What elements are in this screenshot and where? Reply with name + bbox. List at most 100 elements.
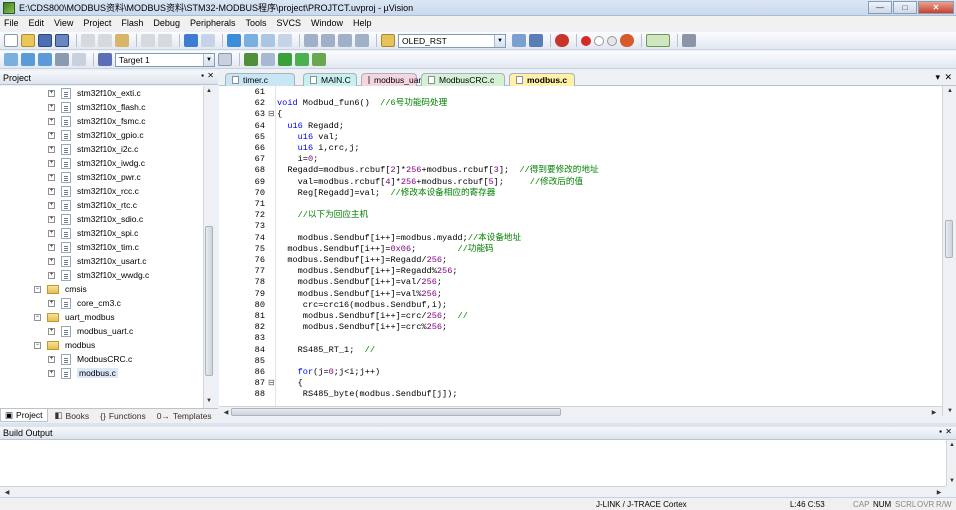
scroll-down-icon[interactable]: ▼ xyxy=(947,476,956,486)
breakpoint-icon[interactable] xyxy=(581,35,591,46)
menu-item-view[interactable]: View xyxy=(54,18,73,28)
prev-bookmark-icon[interactable] xyxy=(244,34,258,47)
expand-icon[interactable]: + xyxy=(48,299,55,307)
tree-file[interactable]: + core_cm3.c xyxy=(48,296,121,310)
minimize-button[interactable]: — xyxy=(868,1,892,14)
tree-file[interactable]: + ModbusCRC.c xyxy=(48,352,132,366)
tree-file[interactable]: + stm32f10x_flash.c xyxy=(48,100,146,114)
expand-icon[interactable]: + xyxy=(48,327,55,335)
tree-file[interactable]: + stm32f10x_i2c.c xyxy=(48,142,138,156)
code-line[interactable]: 85 xyxy=(219,356,942,367)
code-line[interactable]: 79 modbus.Sendbuf[i++]=val%256; xyxy=(219,289,942,300)
menu-item-help[interactable]: Help xyxy=(353,18,372,28)
code-line[interactable]: 78 modbus.Sendbuf[i++]=val/256; xyxy=(219,277,942,288)
expand-icon[interactable]: + xyxy=(48,159,55,167)
target-options-icon[interactable] xyxy=(218,53,232,66)
scroll-up-icon[interactable]: ▲ xyxy=(945,86,955,96)
code-line[interactable]: 69 val=modbus.rcbuf[4]*256+modbus.rcbuf[… xyxy=(219,177,942,188)
editor-tab-modbus-uart-c[interactable]: modbus_uart.c xyxy=(361,73,430,86)
project-tree-scrollbar[interactable]: ▲ ▼ xyxy=(203,86,214,408)
tree-file[interactable]: + stm32f10x_rcc.c xyxy=(48,184,139,198)
collapse-icon[interactable]: − xyxy=(34,341,41,349)
scroll-right-icon[interactable]: ▶ xyxy=(929,407,939,417)
tab-list-chevron-icon[interactable]: ▾ xyxy=(935,72,940,83)
bookmark-icon[interactable] xyxy=(227,34,241,47)
chevron-down-icon[interactable]: ▼ xyxy=(203,53,214,66)
paste-icon[interactable] xyxy=(115,34,129,47)
code-line[interactable]: 77 modbus.Sendbuf[i++]=Regadd%256; xyxy=(219,266,942,277)
editor-vertical-scroll-thumb[interactable] xyxy=(945,220,953,258)
code-line[interactable]: 76 modbus.Sendbuf[i++]=Regadd/256; xyxy=(219,255,942,266)
code-line[interactable]: 62 void Modbud_fun6() //6号功能码处理 xyxy=(219,98,942,109)
tree-file[interactable]: + stm32f10x_wwdg.c xyxy=(48,268,149,282)
stop-build-icon[interactable] xyxy=(72,53,86,66)
disable-all-breakpoints-icon[interactable] xyxy=(607,35,617,46)
scroll-right-icon[interactable]: ▶ xyxy=(934,487,944,497)
menu-item-tools[interactable]: Tools xyxy=(245,18,266,28)
editor-horizontal-scroll-thumb[interactable] xyxy=(231,408,561,416)
project-tree-scroll-thumb[interactable] xyxy=(205,226,213,376)
menu-item-flash[interactable]: Flash xyxy=(121,18,143,28)
expand-icon[interactable]: + xyxy=(48,89,55,97)
maximize-button[interactable]: □ xyxy=(893,1,917,14)
incremental-find-icon[interactable] xyxy=(529,34,543,47)
file-extensions-icon[interactable] xyxy=(244,53,258,66)
cut-icon[interactable] xyxy=(81,34,95,47)
expand-icon[interactable]: + xyxy=(48,257,55,265)
tree-file[interactable]: + stm32f10x_spi.c xyxy=(48,226,138,240)
expand-icon[interactable]: + xyxy=(48,131,55,139)
expand-icon[interactable]: + xyxy=(48,271,55,279)
tree-file[interactable]: + modbus.c xyxy=(48,366,118,380)
navigate-back-icon[interactable] xyxy=(184,34,198,47)
tab-functions[interactable]: {} Functions xyxy=(96,409,150,422)
code-line[interactable]: 66 u16 i,crc,j; xyxy=(219,143,942,154)
close-window-button[interactable]: ✕ xyxy=(918,1,954,14)
expand-icon[interactable]: + xyxy=(48,117,55,125)
open-folder-icon[interactable] xyxy=(21,34,35,47)
pack-installer-icon[interactable] xyxy=(295,53,309,66)
copy-icon[interactable] xyxy=(98,34,112,47)
code-line[interactable]: 80 crc=crc16(modbus.Sendbuf,i); xyxy=(219,300,942,311)
manage-components-icon[interactable] xyxy=(261,53,275,66)
build-icon[interactable] xyxy=(21,53,35,66)
menu-item-project[interactable]: Project xyxy=(83,18,111,28)
fold-toggle-icon[interactable]: ⊟ xyxy=(268,378,275,389)
configuration-wrench-icon[interactable] xyxy=(682,34,696,47)
code-line[interactable]: 64 u16 Regadd; xyxy=(219,121,942,132)
scroll-down-icon[interactable]: ▼ xyxy=(204,396,214,406)
tree-file[interactable]: + stm32f10x_sdio.c xyxy=(48,212,143,226)
find-icon[interactable] xyxy=(512,34,526,47)
expand-icon[interactable]: + xyxy=(48,201,55,209)
redo-icon[interactable] xyxy=(158,34,172,47)
build-output-hscrollbar[interactable]: ◀ ▶ xyxy=(0,486,946,496)
tree-file[interactable]: + stm32f10x_pwr.c xyxy=(48,170,141,184)
menu-item-window[interactable]: Window xyxy=(311,18,343,28)
scroll-up-icon[interactable]: ▲ xyxy=(947,440,956,450)
code-line[interactable]: 82 modbus.Sendbuf[i++]=crc%256; xyxy=(219,322,942,333)
expand-icon[interactable]: + xyxy=(48,355,55,363)
select-pack-icon[interactable] xyxy=(278,53,292,66)
code-line[interactable]: 88 RS485_byte(modbus.Sendbuf[j]); xyxy=(219,389,942,400)
editor-tab-modbuscrc-c[interactable]: ModbusCRC.c xyxy=(421,73,505,86)
build-output-scrollbar[interactable]: ▲ ▼ xyxy=(946,440,956,486)
menu-item-edit[interactable]: Edit xyxy=(29,18,45,28)
save-icon[interactable] xyxy=(38,34,52,47)
tree-file[interactable]: + stm32f10x_gpio.c xyxy=(48,128,144,142)
scroll-left-icon[interactable]: ◀ xyxy=(2,487,12,497)
collapse-icon[interactable]: − xyxy=(34,313,41,321)
close-icon[interactable]: ✕ xyxy=(945,427,952,436)
expand-icon[interactable]: + xyxy=(48,229,55,237)
tree-file[interactable]: + stm32f10x_iwdg.c xyxy=(48,156,145,170)
pin-icon[interactable]: ▪ xyxy=(201,71,204,80)
expand-icon[interactable]: + xyxy=(48,103,55,111)
expand-icon[interactable]: + xyxy=(48,215,55,223)
fold-toggle-icon[interactable]: ⊟ xyxy=(268,109,275,120)
new-file-icon[interactable] xyxy=(4,34,18,47)
code-line[interactable]: 86 for(j=0;j<i;j++) xyxy=(219,367,942,378)
kill-all-breakpoints-icon[interactable] xyxy=(620,34,634,47)
editor-vertical-scrollbar[interactable]: ▲ ▼ xyxy=(942,86,956,416)
tab-templates[interactable]: 0→ Templates xyxy=(153,409,216,422)
code-line[interactable]: 65 u16 val; xyxy=(219,132,942,143)
close-tab-icon[interactable]: ✕ xyxy=(944,72,952,83)
rte-icon[interactable] xyxy=(312,53,326,66)
